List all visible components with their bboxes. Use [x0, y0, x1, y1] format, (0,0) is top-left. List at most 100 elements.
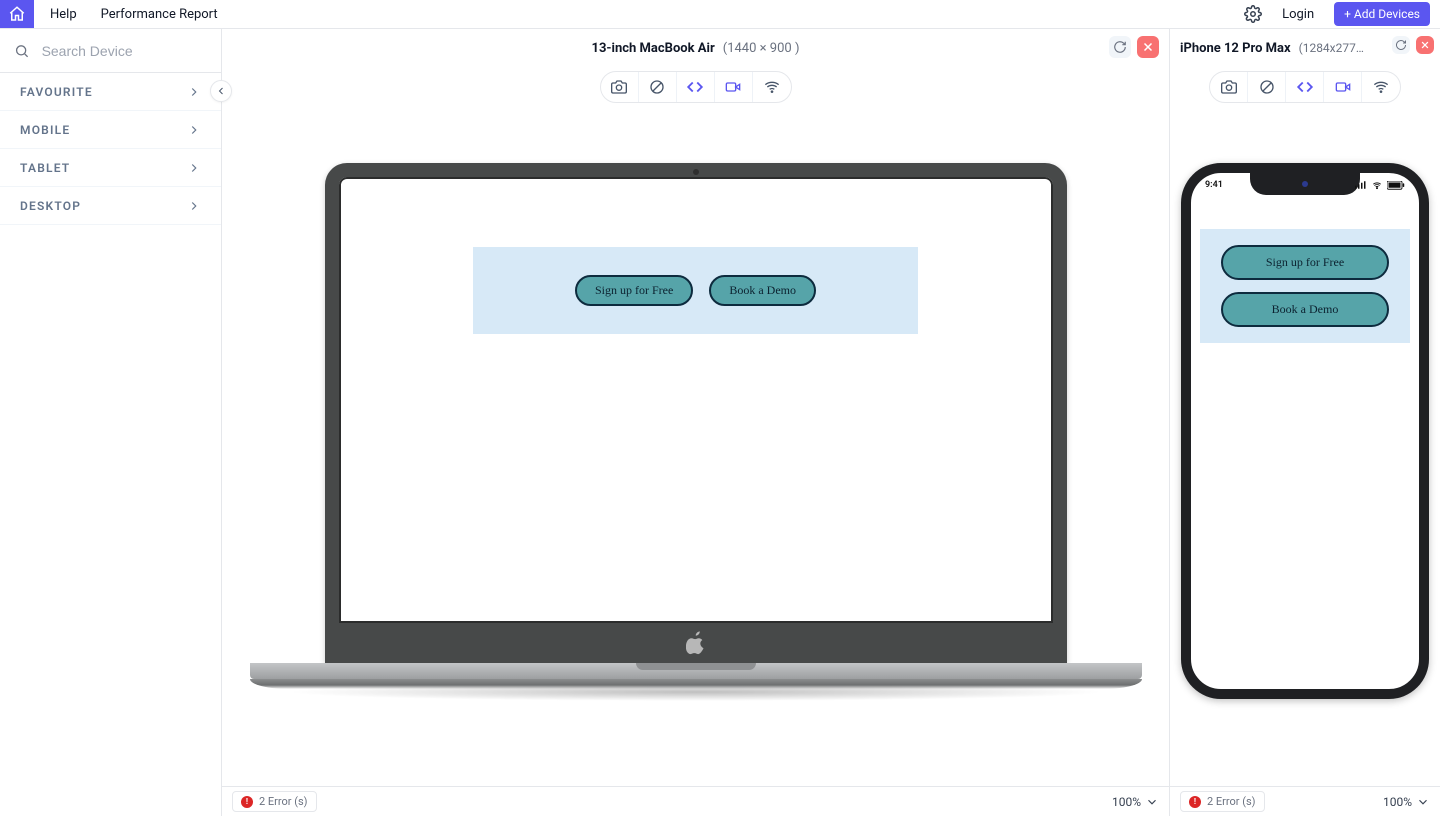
main-area: FAVOURITE MOBILE TABLET DESKTOP 13-inch … [0, 29, 1440, 816]
sidebar-group-desktop[interactable]: DESKTOP [0, 187, 221, 225]
help-link[interactable]: Help [50, 7, 77, 22]
laptop-frame: Sign up for Free Book a Demo [246, 163, 1146, 701]
top-right-actions: Login + Add Devices [1244, 0, 1440, 28]
device-toolbar-macbook [222, 71, 1169, 103]
sidebar-group-favourite[interactable]: FAVOURITE [0, 73, 221, 111]
error-count: 2 Error (s) [1207, 795, 1256, 808]
rotate-button[interactable] [1248, 72, 1286, 102]
phone-frame: 9:41 Sign up for Free Book a Demo [1181, 163, 1429, 699]
wifi-icon [764, 79, 780, 95]
network-button[interactable] [753, 72, 791, 102]
book-demo-button[interactable]: Book a Demo [709, 275, 816, 306]
record-button[interactable] [1324, 72, 1362, 102]
chevron-right-icon [187, 161, 201, 175]
laptop-screen: Sign up for Free Book a Demo [325, 163, 1067, 663]
device-pane-macbook: 13-inch MacBook Air (1440 × 900 ) [222, 29, 1170, 816]
pane-header-macbook: 13-inch MacBook Air (1440 × 900 ) [222, 29, 1169, 67]
apple-logo-icon [686, 631, 706, 655]
zoom-selector[interactable]: 100% [1112, 795, 1159, 809]
record-button[interactable] [715, 72, 753, 102]
error-count: 2 Error (s) [259, 795, 308, 808]
wifi-icon [1373, 79, 1389, 95]
gear-icon [1244, 5, 1262, 23]
screenshot-button[interactable] [601, 72, 639, 102]
refresh-icon [1113, 40, 1127, 54]
device-pane-iphone: iPhone 12 Pro Max (1284x277… [1170, 29, 1440, 816]
device-canvas-macbook: Sign up for Free Book a Demo [222, 103, 1169, 816]
video-icon [1335, 79, 1351, 95]
refresh-device-button[interactable] [1109, 36, 1131, 58]
settings-button[interactable] [1244, 5, 1262, 23]
video-icon [725, 79, 741, 95]
chevron-right-icon [187, 85, 201, 99]
close-icon [1420, 40, 1430, 50]
toolbar-inner [600, 71, 792, 103]
zoom-value: 100% [1383, 795, 1412, 809]
device-toolbar-iphone [1170, 71, 1440, 103]
signup-button[interactable]: Sign up for Free [1221, 245, 1389, 280]
no-rotate-icon [649, 79, 665, 95]
remove-device-button[interactable] [1416, 36, 1434, 54]
screenshot-button[interactable] [1210, 72, 1248, 102]
code-icon [686, 78, 704, 96]
refresh-icon [1395, 39, 1407, 51]
status-indicators [1355, 181, 1405, 190]
error-chip[interactable]: ! 2 Error (s) [1180, 791, 1265, 812]
chevron-down-icon [1416, 795, 1430, 809]
code-icon [1296, 78, 1314, 96]
sidebar-group-mobile[interactable]: MOBILE [0, 111, 221, 149]
toolbar-inner [1209, 71, 1401, 103]
pane-header-iphone: iPhone 12 Pro Max (1284x277… [1170, 29, 1440, 67]
home-icon [8, 5, 26, 23]
error-dot-icon: ! [241, 796, 253, 808]
pane-footer-iphone: ! 2 Error (s) 100% [1170, 786, 1440, 816]
devtools-button[interactable] [677, 72, 715, 102]
device-sidebar: FAVOURITE MOBILE TABLET DESKTOP [0, 29, 222, 816]
top-links: Help Performance Report [34, 0, 234, 28]
laptop-foot [250, 679, 1142, 689]
performance-report-link[interactable]: Performance Report [101, 7, 218, 22]
device-name: iPhone 12 Pro Max [1180, 41, 1291, 56]
sidebar-group-label: MOBILE [20, 123, 70, 137]
device-canvas-iphone: 9:41 Sign up for Free Book a Demo [1170, 103, 1440, 816]
login-link[interactable]: Login [1282, 7, 1314, 22]
zoom-selector[interactable]: 100% [1383, 795, 1430, 809]
no-rotate-icon [1259, 79, 1275, 95]
error-dot-icon: ! [1189, 796, 1201, 808]
refresh-device-button[interactable] [1392, 36, 1410, 54]
global-header: Help Performance Report Login + Add Devi… [0, 0, 1440, 29]
close-icon [1142, 41, 1154, 53]
webcam-dot [693, 169, 699, 175]
laptop-base [250, 663, 1142, 679]
camera-icon [611, 79, 627, 95]
header-actions [1109, 36, 1159, 58]
home-button[interactable] [0, 0, 34, 28]
error-chip[interactable]: ! 2 Error (s) [232, 791, 317, 812]
signup-button[interactable]: Sign up for Free [575, 275, 693, 306]
network-button[interactable] [1362, 72, 1400, 102]
device-name: 13-inch MacBook Air [592, 41, 715, 56]
add-devices-button[interactable]: + Add Devices [1334, 2, 1430, 26]
device-dimensions: (1440 × 900 ) [723, 41, 800, 56]
phone-statusbar: 9:41 [1191, 177, 1419, 193]
remove-device-button[interactable] [1137, 36, 1159, 58]
zoom-value: 100% [1112, 795, 1141, 809]
sidebar-group-tablet[interactable]: TABLET [0, 149, 221, 187]
preview-panel-iphone: Sign up for Free Book a Demo [1200, 229, 1410, 343]
signal-icon [1355, 181, 1367, 189]
rotate-button[interactable] [639, 72, 677, 102]
search-input[interactable] [40, 42, 207, 60]
sidebar-group-label: FAVOURITE [20, 85, 93, 99]
status-time: 9:41 [1205, 180, 1223, 190]
book-demo-button[interactable]: Book a Demo [1221, 292, 1389, 327]
phone-body: 9:41 Sign up for Free Book a Demo [1181, 163, 1429, 699]
chevron-right-icon [187, 199, 201, 213]
preview-panel-macbook: Sign up for Free Book a Demo [473, 247, 918, 334]
chevron-right-icon [187, 123, 201, 137]
battery-icon [1387, 181, 1405, 190]
devtools-button[interactable] [1286, 72, 1324, 102]
device-dimensions: (1284x277… [1299, 41, 1364, 55]
wifi-icon [1371, 181, 1383, 190]
search-row [0, 29, 221, 73]
sidebar-group-label: TABLET [20, 161, 70, 175]
